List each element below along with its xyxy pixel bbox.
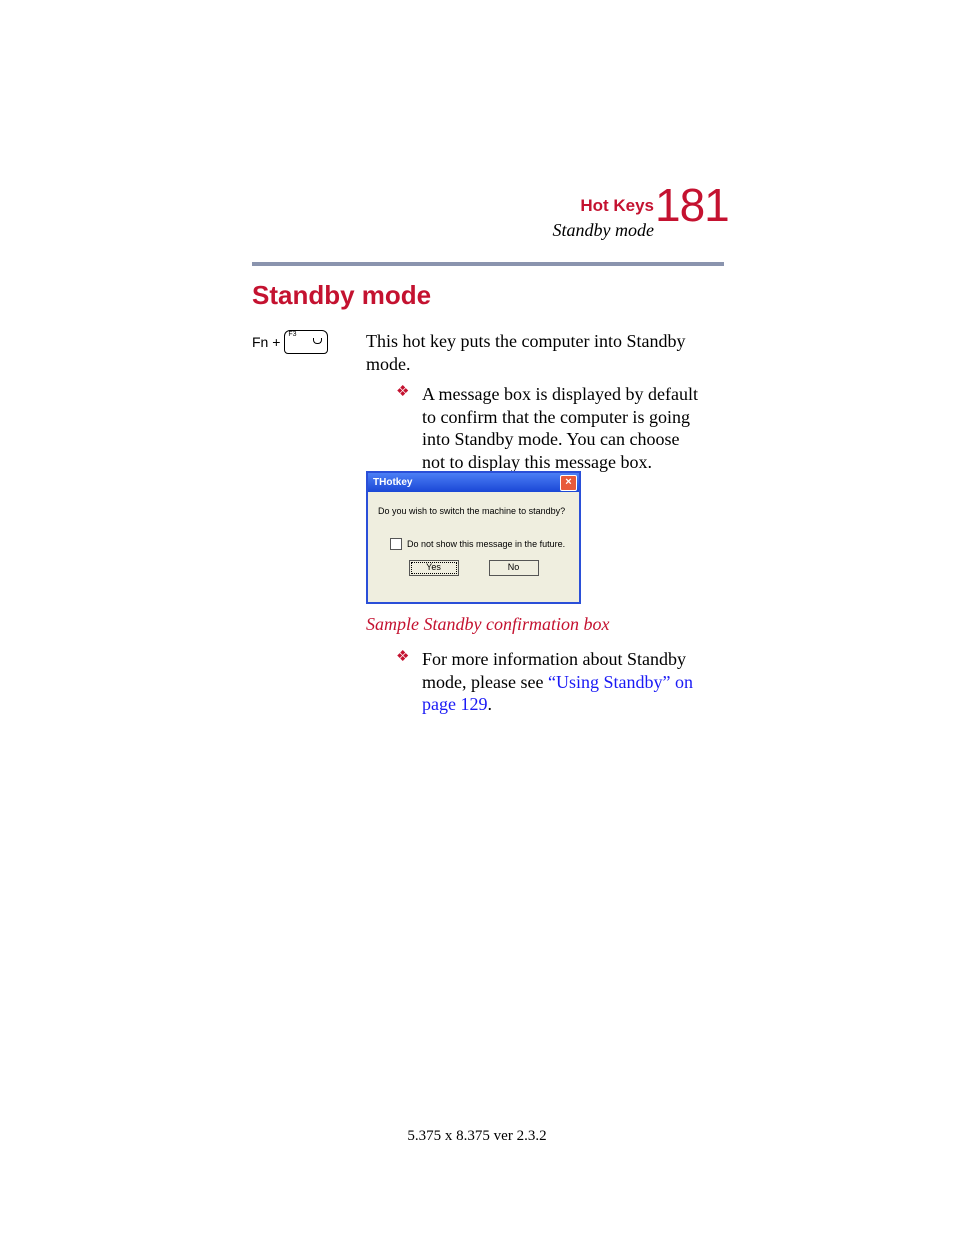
standby-glyph-icon	[313, 338, 322, 344]
header-rule	[252, 262, 724, 266]
running-head: Hot Keys Standby mode	[553, 196, 654, 241]
dialog-checkbox-row: Do not show this message in the future.	[390, 538, 569, 550]
bullet-1-text: A message box is displayed by default to…	[422, 384, 698, 472]
dont-show-checkbox[interactable]	[390, 538, 402, 550]
bullet-2-post: .	[487, 694, 492, 714]
yes-button[interactable]: Yes	[409, 560, 459, 576]
fn-label: Fn +	[252, 334, 280, 350]
close-icon[interactable]: ×	[560, 475, 577, 491]
dialog-buttons: Yes No	[378, 560, 569, 576]
figure-caption: Sample Standby confirmation box	[366, 614, 609, 635]
dialog-message: Do you wish to switch the machine to sta…	[378, 506, 569, 516]
bullet-2: ❖ For more information about Standby mod…	[422, 648, 712, 716]
bullet-icon: ❖	[396, 648, 409, 667]
chapter-label: Hot Keys	[553, 196, 654, 216]
dialog-screenshot: THotkey × Do you wish to switch the mach…	[366, 471, 581, 604]
no-button[interactable]: No	[489, 560, 539, 576]
dialog-titlebar: THotkey ×	[368, 473, 579, 492]
dont-show-label: Do not show this message in the future.	[407, 539, 565, 549]
hotkey-combo: Fn + F3	[252, 330, 328, 354]
f3-key-icon: F3	[284, 330, 328, 354]
section-sub-label: Standby mode	[553, 220, 654, 241]
f3-key-label: F3	[288, 331, 296, 338]
footer-text: 5.375 x 8.375 ver 2.3.2	[0, 1128, 954, 1145]
bullet-icon: ❖	[396, 383, 409, 402]
page-number: 181	[655, 178, 722, 232]
intro-text: This hot key puts the computer into Stan…	[366, 330, 696, 375]
page: Hot Keys Standby mode 181 Standby mode F…	[0, 0, 954, 1235]
dialog-body: Do you wish to switch the machine to sta…	[368, 492, 579, 582]
dialog-title: THotkey	[373, 477, 412, 488]
section-title: Standby mode	[252, 280, 431, 311]
bullet-1: ❖ A message box is displayed by default …	[422, 383, 702, 473]
